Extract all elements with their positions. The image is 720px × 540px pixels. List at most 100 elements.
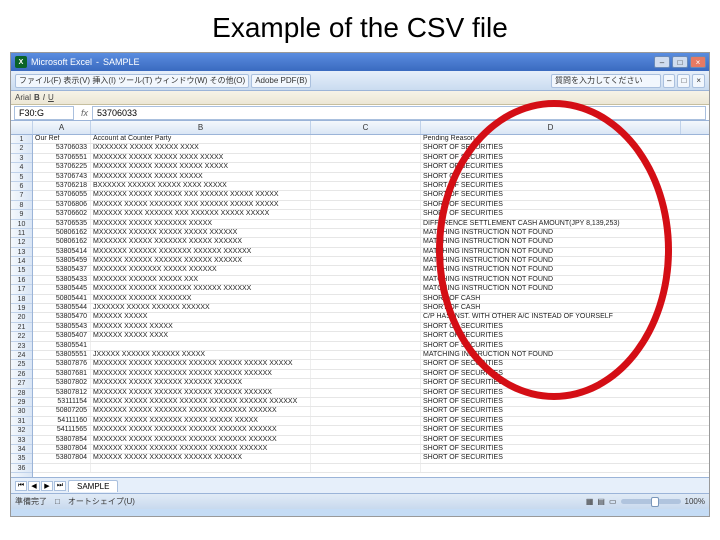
table-row[interactable]: 53805470MXXXXX XXXXXC/P HAS INST. WITH O… <box>33 313 709 322</box>
table-row[interactable]: 53706225MXXXXXX XXXXX XXXXX XXXXX XXXXXS… <box>33 163 709 172</box>
cell[interactable]: MXXXXXX XXXXX XXXXXX XXXXXX XXXXXX <box>91 379 311 387</box>
cell[interactable] <box>311 398 421 406</box>
cell[interactable]: 53111154 <box>33 398 91 406</box>
cell[interactable]: 53805459 <box>33 257 91 265</box>
cell[interactable] <box>311 163 421 171</box>
row-header[interactable]: 7 <box>11 191 32 200</box>
cell[interactable]: SHORT OF SECURITIES <box>421 144 681 152</box>
cell[interactable]: 53706743 <box>33 173 91 181</box>
row-header[interactable]: 24 <box>11 351 32 360</box>
cell[interactable]: 53706535 <box>33 220 91 228</box>
header-cell[interactable]: Account at Counter Party <box>91 135 311 143</box>
cell[interactable]: SHORT OF SECURITIES <box>421 417 681 425</box>
table-row[interactable]: 53706551MXXXXXX XXXXX XXXXX XXXX XXXXXSH… <box>33 154 709 163</box>
row-header[interactable]: 2 <box>11 144 32 153</box>
cell[interactable]: MXXXXXX XXXXX XXXXXXX XXXXXX XXXXXX XXXX… <box>91 436 311 444</box>
cell[interactable] <box>311 389 421 397</box>
cell[interactable] <box>311 182 421 190</box>
tab-nav-next-icon[interactable]: ▶ <box>41 481 53 491</box>
table-row[interactable]: 53807812MXXXXXX XXXXX XXXXXX XXXXXX XXXX… <box>33 389 709 398</box>
table-row[interactable]: 53706218BXXXXXX XXXXXX XXXXX XXXX XXXXXS… <box>33 182 709 191</box>
table-row[interactable]: 53807802MXXXXXX XXXXX XXXXXX XXXXXX XXXX… <box>33 379 709 388</box>
table-row[interactable]: 50806162MXXXXXX XXXXX XXXXXXX XXXXX XXXX… <box>33 238 709 247</box>
cell[interactable]: SHORT OF SECURITIES <box>421 163 681 171</box>
cell[interactable]: SHORT OF SECURITIES <box>421 379 681 387</box>
row-header[interactable]: 15 <box>11 266 32 275</box>
cell[interactable]: MXXXXXX XXXXX XXXXXX XXX XXXXXX XXXXX XX… <box>91 191 311 199</box>
cell[interactable] <box>311 436 421 444</box>
cell[interactable]: MXXXXX XXXXX XXXXX <box>91 323 311 331</box>
cell[interactable]: 53805551 <box>33 351 91 359</box>
table-row[interactable]: 53805544JXXXXXX XXXXX XXXXXX XXXXXXSHORT… <box>33 304 709 313</box>
table-row[interactable]: 53805445MXXXXXX XXXXXX XXXXXXX XXXXXX XX… <box>33 285 709 294</box>
cell[interactable]: DIFFERENCE SETTLEMENT CASH AMOUNT(JPY 8,… <box>421 220 681 228</box>
cell[interactable]: 53706551 <box>33 154 91 162</box>
cell[interactable]: MXXXXX XXXXX XXXXXX XXXXXX XXXXXX XXXXXX <box>91 445 311 453</box>
cell[interactable]: 53805445 <box>33 285 91 293</box>
cell[interactable]: JXXXXXX XXXXX XXXXXX XXXXXX <box>91 304 311 312</box>
cell[interactable]: 53807804 <box>33 454 91 462</box>
cell[interactable] <box>311 276 421 284</box>
cell[interactable]: BXXXXXX XXXXXX XXXXX XXXX XXXXX <box>91 182 311 190</box>
row-header[interactable]: 35 <box>11 454 32 463</box>
cell[interactable]: MXXXXX XXXXX XXXXXXX XXXXXX XXXXXX <box>91 454 311 462</box>
table-row[interactable]: 54111160MXXXXX XXXXX XXXXXXX XXXXX XXXXX… <box>33 417 709 426</box>
cell[interactable]: SHORT OF SECURITIES <box>421 389 681 397</box>
col-header-A[interactable]: A <box>33 121 91 134</box>
cell[interactable] <box>311 370 421 378</box>
cell[interactable] <box>311 229 421 237</box>
cell[interactable]: C/P HAS INST. WITH OTHER A/C INSTEAD OF … <box>421 313 681 321</box>
cell[interactable]: MXXXXXX XXXXXX XXXXXXX XXXXXX XXXXXX <box>91 248 311 256</box>
table-row[interactable]: 53706055MXXXXXX XXXXX XXXXXX XXX XXXXXX … <box>33 191 709 200</box>
row-header[interactable]: 20 <box>11 313 32 322</box>
row-header[interactable]: 21 <box>11 323 32 332</box>
cell[interactable] <box>311 323 421 331</box>
col-header-C[interactable]: C <box>311 121 421 134</box>
cell[interactable]: IXXXXXXX XXXXX XXXXX XXXX <box>91 144 311 152</box>
cell[interactable]: 53807804 <box>33 445 91 453</box>
cell[interactable]: 53706806 <box>33 201 91 209</box>
cell[interactable]: MXXXXXX XXXXXX XXXXX XXXXX XXXXXX <box>91 229 311 237</box>
tab-nav-first-icon[interactable]: ⏮ <box>15 481 27 491</box>
row-header[interactable]: 5 <box>11 173 32 182</box>
cell[interactable]: 50805441 <box>33 295 91 303</box>
zoom-slider[interactable] <box>621 499 681 504</box>
row-header[interactable]: 14 <box>11 257 32 266</box>
row-header[interactable]: 22 <box>11 332 32 341</box>
table-row[interactable]: 53805551JXXXXX XXXXXX XXXXXX XXXXX MATCHI… <box>33 351 709 360</box>
cell[interactable]: MXXXXX XXXXX XXXX <box>91 332 311 340</box>
row-header[interactable]: 32 <box>11 426 32 435</box>
cell[interactable]: 53706225 <box>33 163 91 171</box>
pdf-menu[interactable]: Adobe PDF(B) <box>251 74 311 88</box>
select-all-corner[interactable] <box>11 121 33 134</box>
table-row[interactable]: 54111565MXXXXXX XXXXX XXXXXXX XXXXXX XXX… <box>33 426 709 435</box>
menu-items[interactable]: ファイル(F) 表示(V) 挿入(I) ツール(T) ウィンドウ(W) その他(… <box>15 74 249 88</box>
cell[interactable]: 50806162 <box>33 229 91 237</box>
cell[interactable]: JXXXXX XXXXXX XXXXXX XXXXX <box>91 351 311 359</box>
cell[interactable]: MATCHING INSTRUCTION NOT FOUND <box>421 351 681 359</box>
cell[interactable]: SHORT OF SECURITIES <box>421 201 681 209</box>
cell[interactable] <box>311 332 421 340</box>
cell[interactable]: 53805437 <box>33 266 91 274</box>
tab-nav-last-icon[interactable]: ⏭ <box>54 481 66 491</box>
font-name[interactable]: Arial <box>15 93 31 102</box>
view-layout-icon[interactable]: ▤ <box>597 497 605 506</box>
cell[interactable]: MXXXXXX XXXXX XXXXXXX XXXXXX XXXXXX XXXX… <box>91 407 311 415</box>
table-row[interactable]: 53807681MXXXXXX XXXXX XXXXXXX XXXXX XXXX… <box>33 370 709 379</box>
table-row[interactable]: 53805541SHORT OF SECURITIES <box>33 342 709 351</box>
row-header[interactable]: 28 <box>11 389 32 398</box>
cell[interactable] <box>311 238 421 246</box>
cell[interactable]: 53805543 <box>33 323 91 331</box>
cell[interactable]: SHORT OF SECURITIES <box>421 323 681 331</box>
cell[interactable]: SHORT OF SECURITIES <box>421 436 681 444</box>
cell[interactable] <box>311 313 421 321</box>
table-row[interactable]: 53805459MXXXXX XXXXXX XXXXXX XXXXXX XXXX… <box>33 257 709 266</box>
cell[interactable]: 53805470 <box>33 313 91 321</box>
row-header[interactable]: 4 <box>11 163 32 172</box>
cell[interactable]: MXXXXXX XXXXX XXXXXXX XXXXXX XXXXX XXXXX… <box>91 360 311 368</box>
cell[interactable] <box>311 304 421 312</box>
cell[interactable]: MXXXXX XXXX XXXXXX XXX XXXXXX XXXXX XXXX… <box>91 210 311 218</box>
cell[interactable]: 53805414 <box>33 248 91 256</box>
cell[interactable]: 54111160 <box>33 417 91 425</box>
cell[interactable] <box>311 342 421 350</box>
